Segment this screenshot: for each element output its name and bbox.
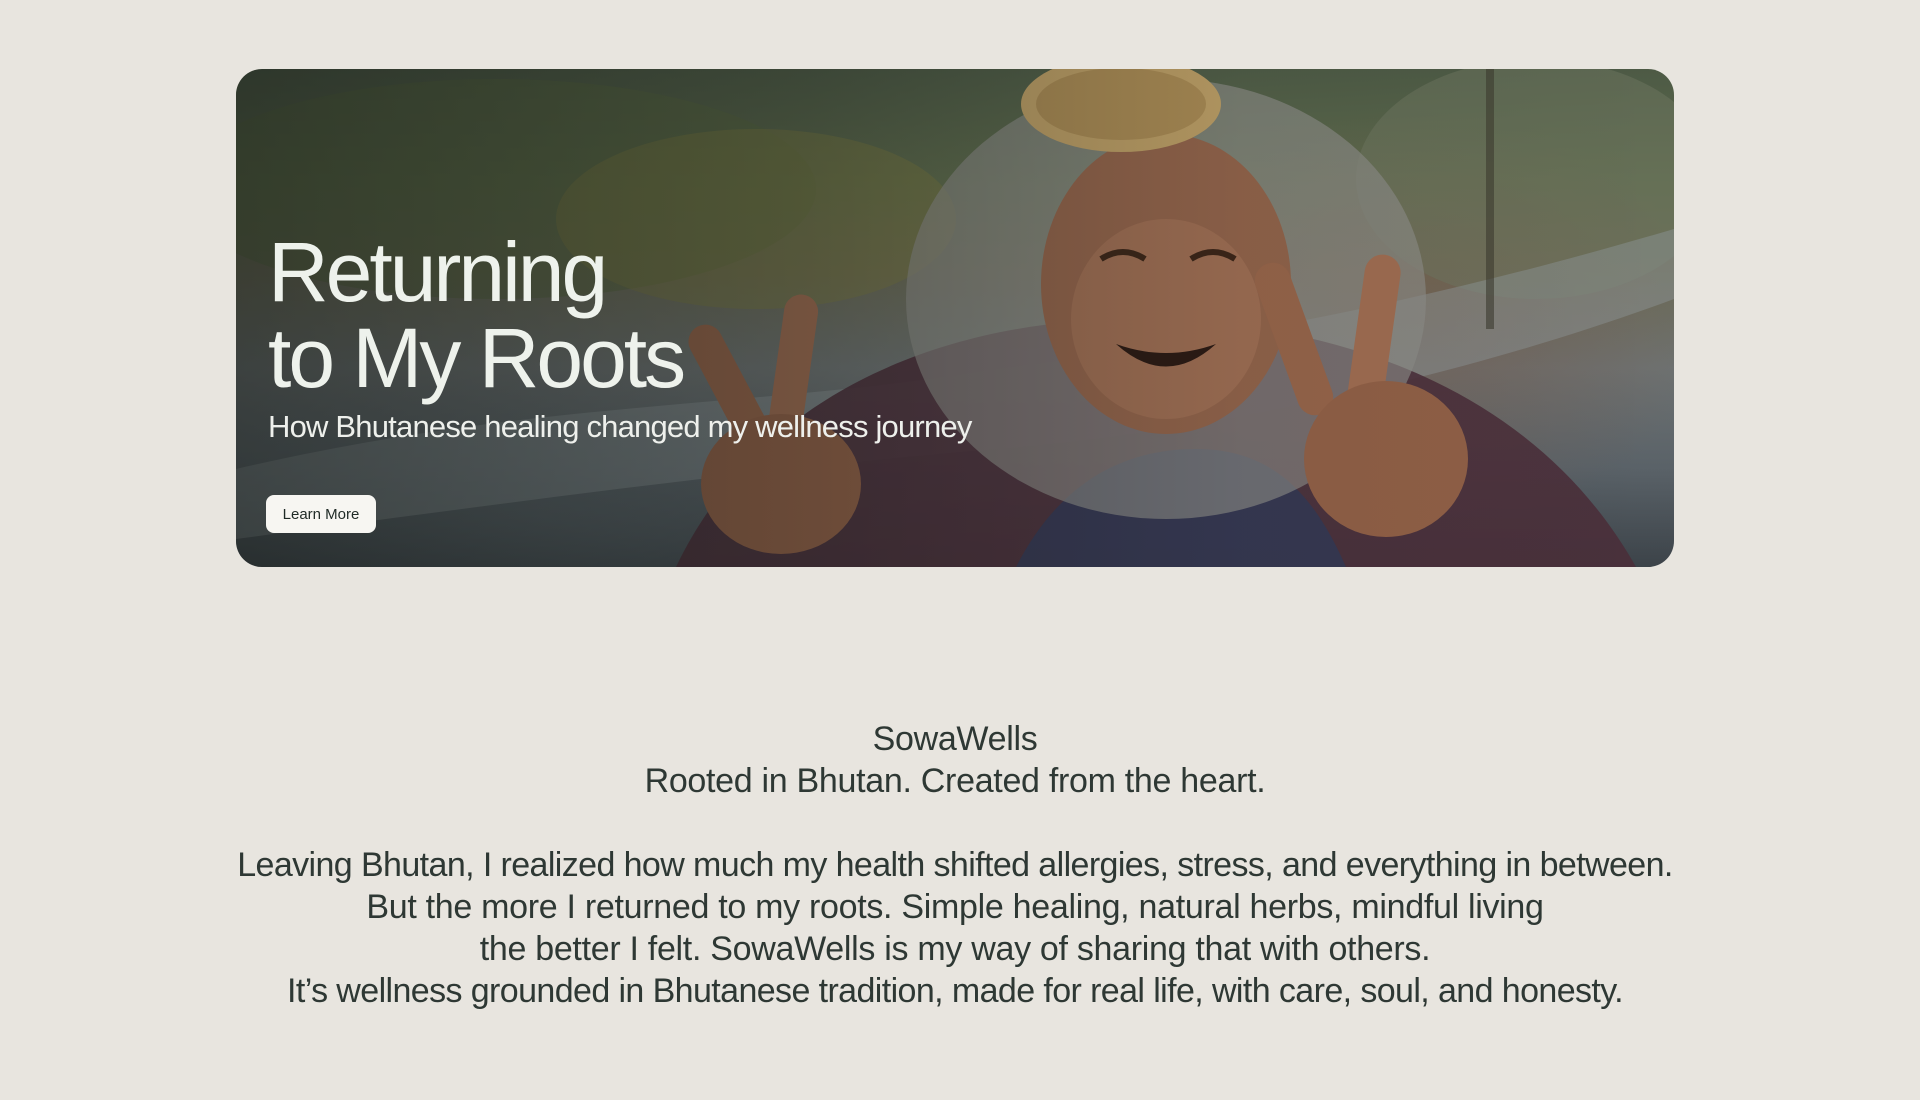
brand-name: SowaWells [872, 720, 1038, 758]
about-line-1: Leaving Bhutan, I realized how much my h… [237, 846, 1673, 884]
about-line-2: But the more I returned to my roots. Sim… [366, 888, 1544, 926]
hero-title: Returning to My Roots [268, 229, 968, 401]
hero-subtitle: How Bhutanese healing changed my wellnes… [268, 409, 972, 444]
hero-banner: Returning to My Roots How Bhutanese heal… [236, 69, 1674, 567]
about-line-4: It’s wellness grounded in Bhutanese trad… [287, 972, 1624, 1010]
hero-title-line-2: to My Roots [268, 311, 686, 405]
learn-more-button[interactable]: Learn More [266, 495, 376, 533]
hero-title-line-1: Returning [268, 225, 608, 319]
brand-tagline: Rooted in Bhutan. Created from the heart… [644, 762, 1266, 800]
about-line-3: the better I felt. SowaWells is my way o… [479, 930, 1431, 968]
about-section: SowaWells Rooted in Bhutan. Created from… [0, 718, 1910, 1012]
